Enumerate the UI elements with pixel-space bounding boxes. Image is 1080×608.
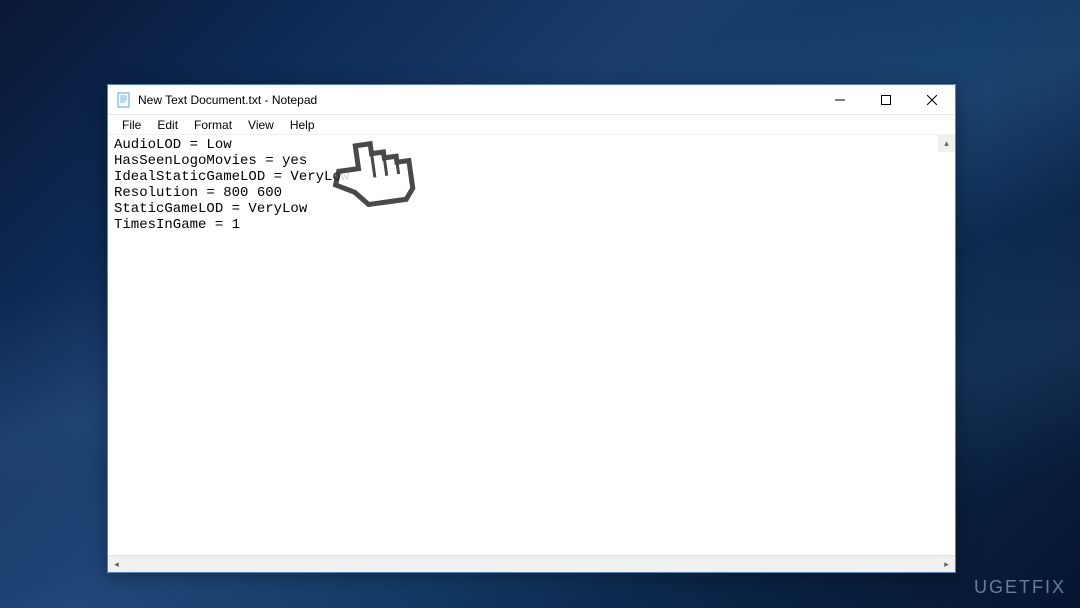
notepad-window: New Text Document.txt - Notepad File Edi… <box>107 84 956 573</box>
menu-file[interactable]: File <box>114 116 149 134</box>
scroll-left-arrow[interactable]: ◂ <box>108 556 125 573</box>
maximize-button[interactable] <box>863 85 909 115</box>
editor-container: ▴ AudioLOD = Low HasSeenLogoMovies = yes… <box>108 135 955 572</box>
menu-view[interactable]: View <box>240 116 282 134</box>
scroll-right-arrow[interactable]: ▸ <box>938 556 955 573</box>
watermark: UGETFIX <box>974 577 1066 598</box>
menu-format[interactable]: Format <box>186 116 240 134</box>
notepad-icon <box>116 92 132 108</box>
close-button[interactable] <box>909 85 955 115</box>
window-title: New Text Document.txt - Notepad <box>138 93 317 107</box>
window-controls <box>817 85 955 115</box>
text-editor[interactable]: AudioLOD = Low HasSeenLogoMovies = yes I… <box>108 135 955 555</box>
horizontal-scrollbar[interactable]: ◂ ▸ <box>108 555 955 572</box>
minimize-button[interactable] <box>817 85 863 115</box>
titlebar[interactable]: New Text Document.txt - Notepad <box>108 85 955 115</box>
menubar: File Edit Format View Help <box>108 115 955 135</box>
menu-help[interactable]: Help <box>282 116 323 134</box>
menu-edit[interactable]: Edit <box>149 116 186 134</box>
